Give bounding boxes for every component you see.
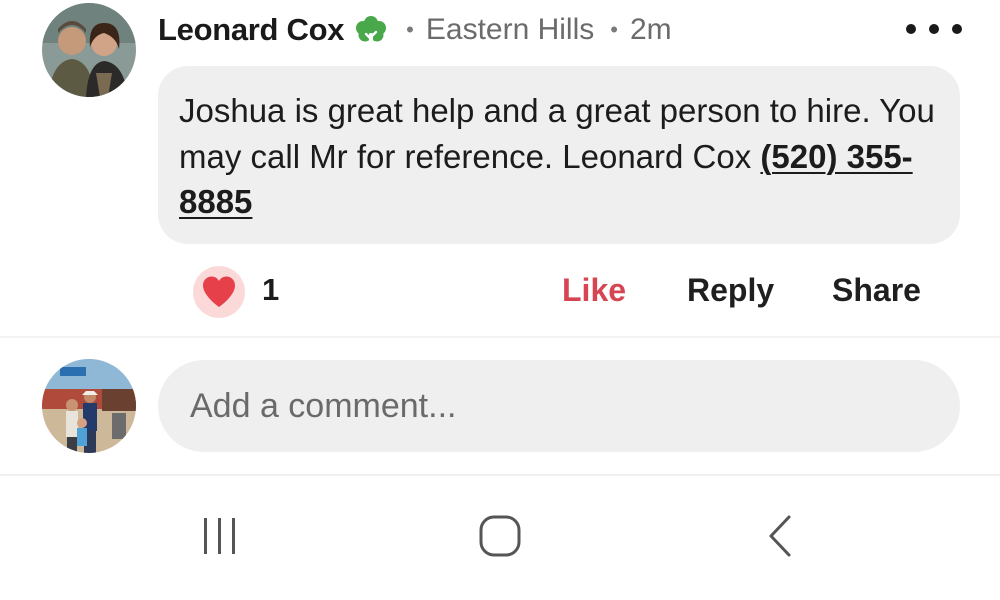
author-avatar[interactable] <box>42 3 136 97</box>
divider <box>0 336 1000 338</box>
comment-actions: 1 Like Reply Share <box>0 262 1000 322</box>
comment-timestamp: 2m <box>629 13 672 46</box>
recent-apps-button[interactable] <box>180 504 260 568</box>
comment: Leonard Cox • Eastern Hills • 2m Joshua … <box>0 0 1000 336</box>
more-options-icon[interactable] <box>906 12 962 46</box>
author-avatar-photo <box>42 3 136 97</box>
page: Leonard Cox • Eastern Hills • 2m Joshua … <box>0 0 1000 600</box>
back-button[interactable] <box>740 504 820 568</box>
home-button[interactable] <box>460 504 540 568</box>
tree-badge-icon <box>356 16 387 45</box>
viewer-avatar-photo <box>42 359 136 453</box>
heart-icon <box>203 276 235 307</box>
system-navigation-bar <box>0 476 1000 600</box>
author-name[interactable]: Leonard Cox <box>158 12 344 48</box>
add-comment-input[interactable] <box>158 360 960 452</box>
viewer-avatar[interactable] <box>42 359 136 453</box>
like-button[interactable]: Like <box>562 272 626 309</box>
back-icon <box>769 515 791 557</box>
comment-header: Leonard Cox • Eastern Hills • 2m <box>158 8 672 52</box>
separator-dot: • <box>406 17 414 42</box>
comment-body: Joshua is great help and a great person … <box>179 88 939 225</box>
reply-button[interactable]: Reply <box>687 272 774 309</box>
share-button[interactable]: Share <box>832 272 921 309</box>
reaction-count[interactable]: 1 <box>262 272 279 308</box>
home-icon <box>479 515 521 557</box>
more-dot <box>952 24 962 34</box>
more-dot <box>906 24 916 34</box>
recent-apps-icon <box>204 518 235 554</box>
reaction-badge[interactable] <box>193 266 245 318</box>
separator-dot: • <box>610 17 618 42</box>
more-dot <box>929 24 939 34</box>
author-location[interactable]: Eastern Hills <box>426 13 594 47</box>
comment-bubble: Joshua is great help and a great person … <box>158 66 960 244</box>
